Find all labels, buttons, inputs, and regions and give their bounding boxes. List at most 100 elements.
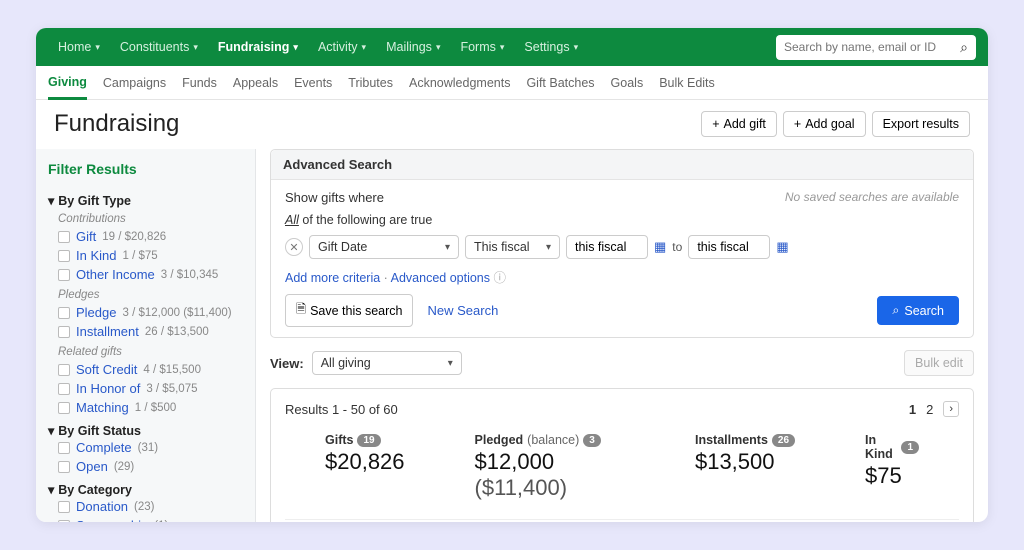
calendar-icon[interactable]: ▦ [654, 239, 666, 255]
tab-funds[interactable]: Funds [182, 68, 217, 98]
advanced-search-panel: Advanced Search Show gifts where No save… [270, 149, 974, 338]
col-type[interactable]: Type▾ [849, 520, 959, 523]
tab-events[interactable]: Events [294, 68, 332, 98]
add-more-criteria-link[interactable]: Add more criteria [285, 271, 380, 285]
remove-criteria-icon[interactable]: ✕ [285, 238, 303, 256]
tab-acknowledgments[interactable]: Acknowledgments [409, 68, 510, 98]
checkbox[interactable] [58, 520, 70, 523]
nav-activity[interactable]: Activity▾ [308, 40, 376, 54]
facet-sub-contributions: Contributions [48, 213, 243, 225]
global-search[interactable]: ⌕ [776, 35, 976, 60]
tab-tributes[interactable]: Tributes [348, 68, 393, 98]
global-search-input[interactable] [784, 40, 960, 54]
tab-bulk-edits[interactable]: Bulk Edits [659, 68, 715, 98]
view-select[interactable]: All giving▾ [312, 351, 462, 375]
nav-home[interactable]: Home▾ [48, 40, 110, 54]
main-panel: Advanced Search Show gifts where No save… [256, 149, 988, 522]
facet-donation[interactable]: Donation (23) [48, 497, 243, 516]
facet-in-honor[interactable]: In Honor of 3 / $5,075 [48, 379, 243, 398]
checkbox[interactable] [58, 461, 70, 473]
checkbox[interactable] [58, 501, 70, 513]
nav-mailings[interactable]: Mailings▾ [376, 40, 450, 54]
add-goal-button[interactable]: +Add goal [783, 111, 866, 137]
add-gift-button[interactable]: +Add gift [701, 111, 777, 137]
search-icon: ⌕ [892, 303, 899, 318]
facet-sub-pledges: Pledges [48, 289, 243, 301]
col-amount[interactable]: Amount▾ [521, 520, 590, 523]
checkbox[interactable] [58, 364, 70, 376]
new-search-link[interactable]: New Search [427, 303, 498, 318]
criteria-to-input[interactable] [688, 235, 770, 259]
facet-installment[interactable]: Installment 26 / $13,500 [48, 322, 243, 341]
chevron-down-icon: ▾ [362, 42, 367, 53]
pager: 1 2 › [909, 401, 959, 417]
results-table: Constituent▾ Date▾ Amount▾ Details▾ Type… [285, 519, 959, 522]
facet-inkind[interactable]: In Kind 1 / $75 [48, 246, 243, 265]
summary-inkind: In Kind1 $75 [865, 433, 919, 501]
search-button[interactable]: ⌕Search [877, 296, 959, 325]
nav-settings[interactable]: Settings▾ [514, 40, 588, 54]
facet-matching[interactable]: Matching 1 / $500 [48, 398, 243, 417]
col-constituent[interactable]: Constituent▾ [285, 520, 441, 523]
facet-complete[interactable]: Complete (31) [48, 438, 243, 457]
chevron-down-icon: ▾ [436, 42, 441, 53]
col-date[interactable]: Date▾ [441, 520, 521, 523]
criteria-all-toggle[interactable]: All of the following are true [285, 213, 959, 227]
save-search-button[interactable]: 🗎Save this search [285, 294, 413, 327]
chevron-down-icon: ▾ [445, 242, 450, 253]
calendar-icon[interactable]: ▦ [776, 239, 788, 255]
tab-giving[interactable]: Giving [48, 67, 87, 100]
nav-constituents[interactable]: Constituents▾ [110, 40, 208, 54]
checkbox[interactable] [58, 250, 70, 262]
facet-sub-related: Related gifts [48, 346, 243, 358]
facet-other-income[interactable]: Other Income 3 / $10,345 [48, 265, 243, 284]
checkbox[interactable] [58, 326, 70, 338]
page-2[interactable]: 2 [926, 402, 933, 417]
export-results-button[interactable]: Export results [872, 111, 970, 137]
sub-nav: Giving Campaigns Funds Appeals Events Tr… [36, 66, 988, 100]
chevron-down-icon: ▾ [546, 242, 551, 253]
criteria-row: ✕ Gift Date▾ This fiscal▾ ▦ to ▦ [285, 235, 959, 259]
page-next[interactable]: › [943, 401, 959, 417]
search-icon[interactable]: ⌕ [960, 39, 968, 56]
tab-campaigns[interactable]: Campaigns [103, 68, 166, 98]
tab-gift-batches[interactable]: Gift Batches [526, 68, 594, 98]
nav-forms[interactable]: Forms▾ [450, 40, 514, 54]
checkbox[interactable] [58, 402, 70, 414]
page-title: Fundraising [54, 110, 701, 138]
col-details[interactable]: Details▾ [679, 520, 755, 523]
summary-row: Gifts19 $20,826 Pledged(balance)3 $12,00… [285, 417, 959, 519]
advanced-search-heading: Advanced Search [271, 150, 973, 180]
tab-appeals[interactable]: Appeals [233, 68, 278, 98]
facet-sponsorship[interactable]: Sponsorship (1) [48, 516, 243, 522]
facet-pledge[interactable]: Pledge 3 / $12,000 ($11,400) [48, 303, 243, 322]
facet-gift[interactable]: Gift 19 / $20,826 [48, 227, 243, 246]
checkbox[interactable] [58, 269, 70, 281]
nav-fundraising[interactable]: Fundraising▾ [208, 40, 308, 54]
plus-icon: + [712, 117, 719, 131]
checkbox[interactable] [58, 383, 70, 395]
facet-gift-type[interactable]: ▾By Gift Type [48, 193, 243, 208]
facet-category[interactable]: ▾By Category [48, 482, 243, 497]
advanced-options-link[interactable]: Advanced options [391, 271, 490, 285]
summary-gifts: Gifts19 $20,826 [325, 433, 405, 501]
top-nav: Home▾ Constituents▾ Fundraising▾ Activit… [36, 28, 988, 66]
criteria-from-input[interactable] [566, 235, 648, 259]
facet-soft-credit[interactable]: Soft Credit 4 / $15,500 [48, 360, 243, 379]
page-header: Fundraising +Add gift +Add goal Export r… [36, 100, 988, 149]
page-1[interactable]: 1 [909, 402, 916, 417]
criteria-field-select[interactable]: Gift Date▾ [309, 235, 459, 259]
chevron-down-icon: ▾ [48, 482, 54, 497]
checkbox[interactable] [58, 231, 70, 243]
facet-gift-status[interactable]: ▾By Gift Status [48, 423, 243, 438]
results-panel: Results 1 - 50 of 60 1 2 › Gifts19 $20,8… [270, 388, 974, 522]
facet-open[interactable]: Open (29) [48, 457, 243, 476]
tab-goals[interactable]: Goals [611, 68, 644, 98]
filter-sidebar: Filter Results ▾By Gift Type Contributio… [36, 149, 256, 522]
checkbox[interactable] [58, 307, 70, 319]
chevron-down-icon: ▾ [500, 42, 505, 53]
help-icon[interactable]: ⓘ [494, 271, 507, 285]
checkbox[interactable] [58, 442, 70, 454]
save-icon: 🗎 [296, 300, 306, 321]
criteria-op-select[interactable]: This fiscal▾ [465, 235, 560, 259]
